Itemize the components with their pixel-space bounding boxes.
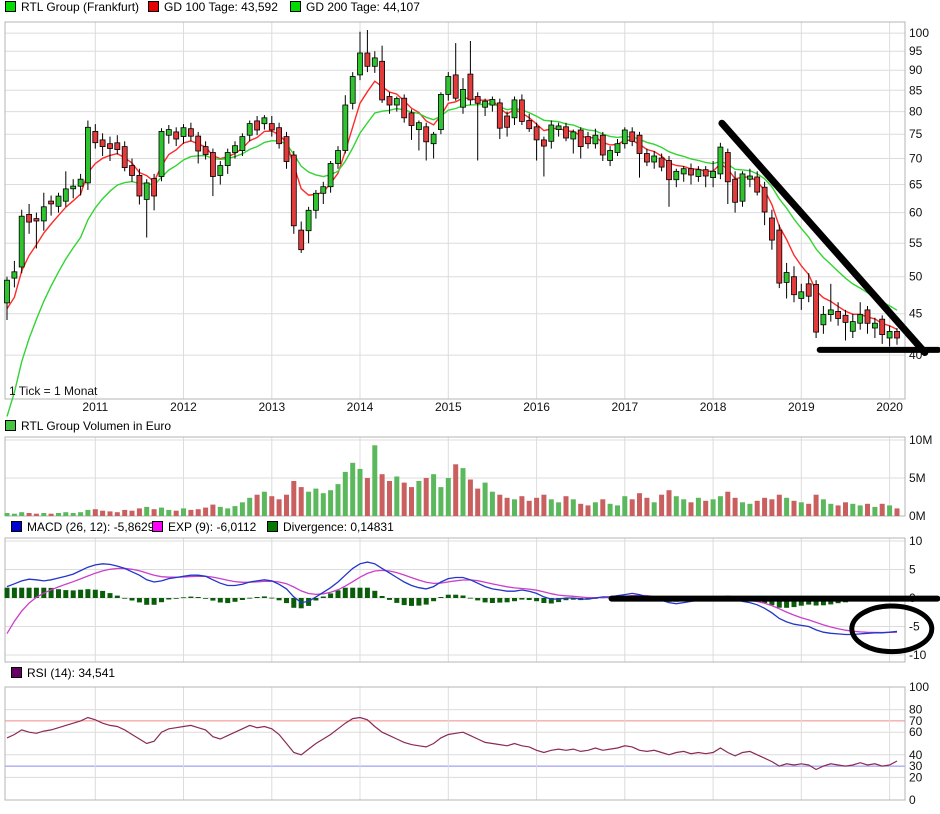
- volume-label: RTL Group Volumen in Euro: [21, 419, 171, 433]
- svg-text:100: 100: [909, 680, 929, 694]
- volume-panel: 10M 5M 0M: [5, 433, 933, 523]
- svg-text:60: 60: [909, 206, 923, 220]
- chart-stage: 1009590858075706560555045402011201220132…: [0, 0, 940, 814]
- svg-text:2014: 2014: [347, 400, 374, 414]
- volume-swatch-icon: [5, 420, 16, 431]
- svg-text:90: 90: [909, 63, 923, 77]
- svg-text:2019: 2019: [788, 400, 815, 414]
- macd-legend-macd: MACD (26, 12): -5,8629: [11, 521, 154, 534]
- divergence-label: Divergence: 0,14831: [283, 520, 394, 534]
- exp-swatch-icon: [152, 521, 163, 532]
- svg-text:2011: 2011: [82, 400, 108, 414]
- macd-legend-exp: EXP (9): -6,0112: [152, 521, 256, 534]
- svg-text:60: 60: [909, 725, 923, 739]
- price-panel: 1009590858075706560555045402011201220132…: [5, 22, 930, 417]
- svg-text:2017: 2017: [611, 400, 638, 414]
- svg-text:2020: 2020: [876, 400, 903, 414]
- svg-text:70: 70: [909, 152, 923, 166]
- svg-text:2018: 2018: [700, 400, 727, 414]
- exp-label: EXP (9): -6,0112: [168, 520, 256, 534]
- svg-text:85: 85: [909, 83, 923, 97]
- price-series-label: RTL Group (Frankfurt): [21, 0, 139, 14]
- rsi-panel: 1008070604030200: [5, 680, 929, 807]
- svg-text:75: 75: [909, 127, 923, 141]
- svg-text:0: 0: [909, 793, 916, 807]
- svg-text:55: 55: [909, 236, 923, 250]
- svg-text:0M: 0M: [909, 509, 926, 523]
- macd-label: MACD (26, 12): -5,8629: [27, 520, 154, 534]
- svg-text:10M: 10M: [909, 433, 932, 447]
- svg-text:1 Tick = 1 Monat: 1 Tick = 1 Monat: [9, 384, 98, 398]
- svg-text:10: 10: [909, 534, 923, 548]
- svg-text:2016: 2016: [523, 400, 550, 414]
- chart-canvas: 1009590858075706560555045402011201220132…: [0, 0, 940, 814]
- gd100-label: GD 100 Tage: 43,592: [164, 0, 278, 14]
- svg-text:45: 45: [909, 307, 923, 321]
- rsi-swatch-icon: [11, 667, 22, 678]
- svg-text:5M: 5M: [909, 471, 926, 485]
- svg-text:100: 100: [909, 26, 929, 40]
- svg-text:20: 20: [909, 770, 923, 784]
- svg-text:2013: 2013: [258, 400, 285, 414]
- volume-legend: RTL Group Volumen in Euro: [5, 420, 171, 433]
- macd-legend-divergence: Divergence: 0,14831: [267, 521, 394, 534]
- gd100-swatch-icon: [148, 1, 159, 12]
- divergence-swatch-icon: [267, 521, 278, 532]
- rsi-label: RSI (14): 34,541: [27, 666, 115, 680]
- gd200-swatch-icon: [290, 1, 301, 12]
- svg-text:65: 65: [909, 178, 923, 192]
- gd200-label: GD 200 Tage: 44,107: [306, 0, 420, 14]
- price-legend-gd100: GD 100 Tage: 43,592: [148, 1, 278, 14]
- svg-text:80: 80: [909, 105, 923, 119]
- svg-text:5: 5: [909, 563, 916, 577]
- price-legend-series: RTL Group (Frankfurt): [5, 1, 139, 14]
- price-legend-gd200: GD 200 Tage: 44,107: [290, 1, 420, 14]
- rsi-legend: RSI (14): 34,541: [11, 667, 115, 680]
- svg-text:-5: -5: [909, 620, 920, 634]
- svg-text:2015: 2015: [435, 400, 462, 414]
- svg-text:50: 50: [909, 270, 923, 284]
- macd-swatch-icon: [11, 521, 22, 532]
- svg-text:2012: 2012: [170, 400, 197, 414]
- price-series-swatch-icon: [5, 1, 16, 12]
- svg-text:95: 95: [909, 44, 923, 58]
